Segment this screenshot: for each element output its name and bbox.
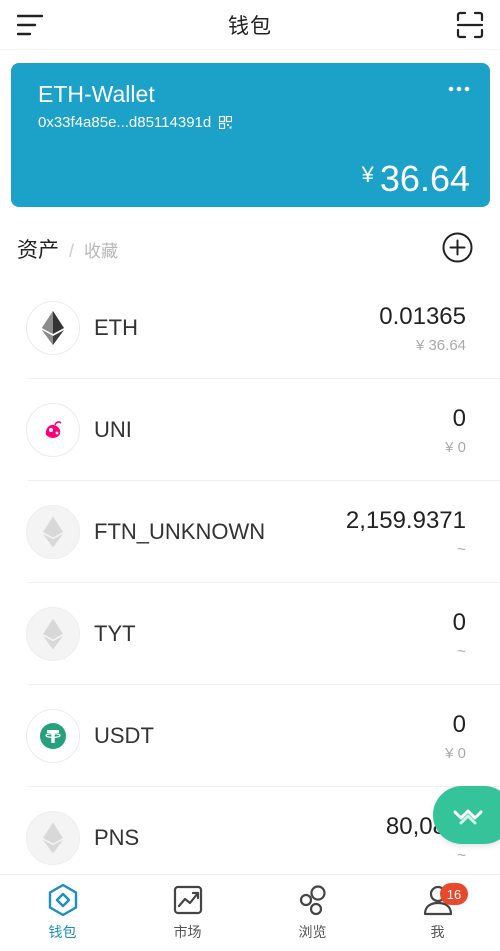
- asset-amount: 0: [452, 405, 466, 432]
- qr-code-icon[interactable]: [219, 116, 233, 129]
- balance-amount: 36.64: [379, 158, 470, 199]
- nav-label: 钱包: [48, 924, 77, 940]
- nav-label: 市场: [173, 924, 202, 940]
- wallet-card[interactable]: ETH-Wallet 0x33f4a85e...d85114391d ¥ 36.…: [11, 63, 490, 207]
- currency-symbol: ¥: [361, 162, 374, 187]
- wallet-icon: [48, 883, 77, 917]
- token-placeholder-icon: [26, 505, 80, 559]
- tab-favorites[interactable]: 收藏: [84, 237, 118, 262]
- asset-amount: 2,159.9371: [345, 507, 466, 534]
- asset-fiat-value: ¥ 36.64: [415, 337, 466, 354]
- asset-tabs: 资产 / 收藏: [17, 234, 118, 264]
- asset-fiat-value: ~: [457, 643, 466, 660]
- page-title: 钱包: [228, 14, 272, 38]
- asset-row-ftn-unknown[interactable]: FTN_UNKNOWN 2,159.9371 ~: [0, 481, 500, 583]
- nav-item-profile[interactable]: 我 16: [375, 875, 500, 951]
- uni-icon: [26, 403, 80, 457]
- asset-row-usdt[interactable]: USDT 0 ¥ 0: [0, 685, 500, 787]
- nav-item-browse[interactable]: 浏览: [250, 875, 375, 951]
- asset-row-tyt[interactable]: TYT 0 ~: [0, 583, 500, 685]
- chart-icon: [173, 885, 202, 915]
- scan-icon[interactable]: [456, 11, 484, 39]
- wallet-name: ETH-Wallet: [38, 81, 155, 107]
- add-asset-icon[interactable]: [442, 232, 473, 263]
- asset-symbol: USDT: [94, 723, 154, 748]
- asset-list: ETH 0.01365 ¥ 36.64 UNI 0 ¥ 0 FTN_UNKNOW…: [0, 277, 500, 889]
- tab-separator: /: [69, 241, 75, 261]
- wave-icon: [453, 809, 483, 825]
- bottom-nav: 钱包 市场 浏览 我 16: [0, 874, 500, 951]
- asset-symbol: TYT: [94, 621, 136, 646]
- eth-icon: [26, 301, 80, 355]
- wallet-address-row[interactable]: 0x33f4a85e...d85114391d: [38, 114, 233, 131]
- menu-icon[interactable]: [17, 12, 43, 38]
- tab-assets[interactable]: 资产: [17, 234, 59, 264]
- asset-symbol: UNI: [94, 417, 132, 442]
- browse-icon: [299, 885, 326, 916]
- top-bar: 钱包: [0, 0, 500, 50]
- asset-amount: 0: [452, 711, 466, 738]
- token-placeholder-icon: [26, 811, 80, 865]
- asset-symbol: FTN_UNKNOWN: [94, 519, 266, 544]
- token-placeholder-icon: [26, 607, 80, 661]
- tether-icon: [26, 709, 80, 763]
- app-root: 钱包 ETH-Wallet 0x33f4a85e...d85114391d ¥ …: [0, 0, 500, 951]
- wallet-balance: ¥ 36.64: [362, 158, 470, 200]
- nav-label: 我: [430, 924, 445, 940]
- nav-label: 浏览: [298, 924, 327, 940]
- asset-amount: 0: [452, 609, 466, 636]
- asset-fiat-value: ~: [457, 847, 466, 864]
- more-options-icon[interactable]: [448, 79, 470, 99]
- asset-row-uni[interactable]: UNI 0 ¥ 0: [0, 379, 500, 481]
- asset-fiat-value: ~: [457, 541, 466, 558]
- nav-item-wallet[interactable]: 钱包: [0, 875, 125, 951]
- asset-symbol: PNS: [94, 825, 140, 850]
- asset-amount: 0.01365: [379, 303, 466, 330]
- asset-fiat-value: ¥ 0: [445, 439, 466, 456]
- asset-row-eth[interactable]: ETH 0.01365 ¥ 36.64: [0, 277, 500, 379]
- wallet-address: 0x33f4a85e...d85114391d: [38, 114, 212, 131]
- nav-item-market[interactable]: 市场: [125, 875, 250, 951]
- asset-fiat-value: ¥ 0: [445, 745, 466, 762]
- asset-symbol: ETH: [94, 315, 138, 340]
- floating-action-button[interactable]: [433, 786, 500, 844]
- notification-badge: 16: [440, 883, 468, 905]
